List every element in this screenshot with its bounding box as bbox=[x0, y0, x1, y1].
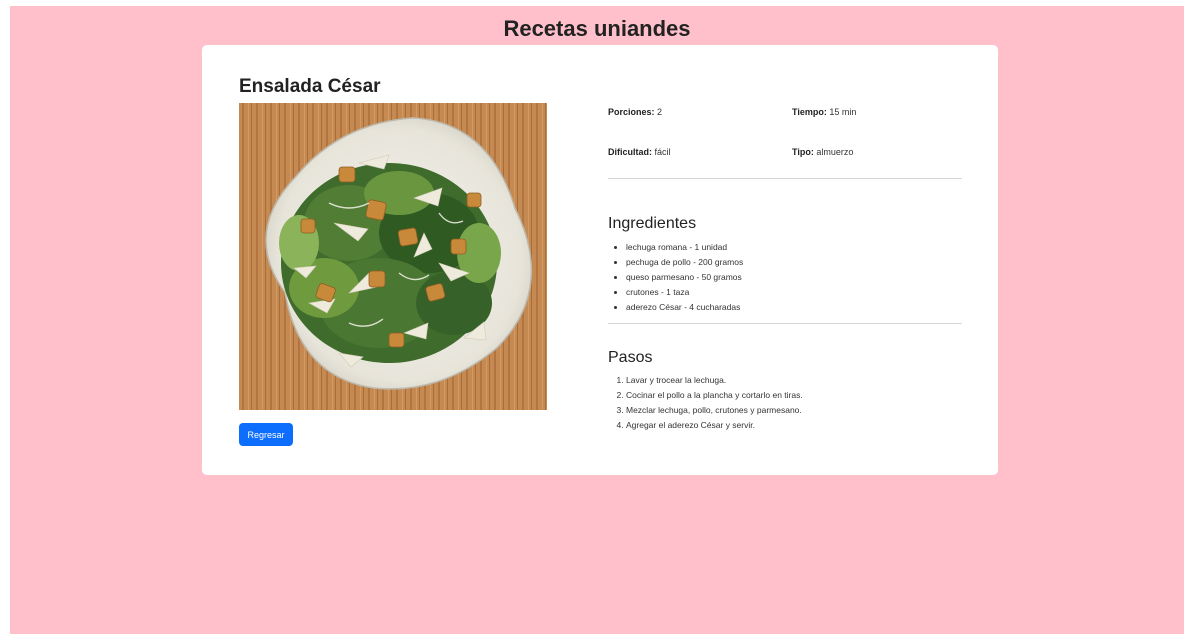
page-title: Recetas uniandes bbox=[503, 16, 691, 41]
porciones-value: 2 bbox=[657, 107, 663, 117]
ingredient-item: lechuga romana - 1 unidad bbox=[626, 240, 743, 255]
tiempo-fact: Tiempo: 15 min bbox=[792, 107, 856, 117]
recipe-card: Ensalada César Regresar Porciones: 2 Tie… bbox=[202, 45, 998, 475]
tipo-fact: Tipo: almuerzo bbox=[792, 147, 853, 157]
step-item: Mezclar lechuga, pollo, crutones y parme… bbox=[626, 403, 803, 418]
ingredient-item: crutones - 1 taza bbox=[626, 285, 743, 300]
porciones-label: Porciones: bbox=[608, 107, 655, 117]
ingredients-title: Ingredientes bbox=[608, 215, 697, 232]
step-item: Agregar el aderezo César y servir. bbox=[626, 418, 803, 433]
steps-list: Lavar y trocear la lechuga. Cocinar el p… bbox=[608, 373, 803, 433]
tipo-value: almuerzo bbox=[816, 147, 854, 157]
steps-title: Pasos bbox=[608, 349, 653, 366]
tiempo-value: 15 min bbox=[829, 107, 857, 117]
dificultad-label: Dificultad: bbox=[608, 147, 652, 157]
tiempo-label: Tiempo: bbox=[792, 107, 827, 117]
dificultad-fact: Dificultad: fácil bbox=[608, 147, 671, 157]
ingredients-list: lechuga romana - 1 unidad pechuga de pol… bbox=[608, 240, 743, 315]
step-item: Cocinar el pollo a la plancha y cortarlo… bbox=[626, 388, 803, 403]
step-item: Lavar y trocear la lechuga. bbox=[626, 373, 803, 388]
ingredient-item: pechuga de pollo - 200 gramos bbox=[626, 255, 743, 270]
divider bbox=[608, 178, 962, 179]
back-button[interactable]: Regresar bbox=[239, 423, 293, 446]
ingredient-item: queso parmesano - 50 gramos bbox=[626, 270, 743, 285]
ingredient-item: aderezo César - 4 cucharadas bbox=[626, 300, 743, 315]
recipe-image bbox=[239, 103, 547, 410]
dificultad-value: fácil bbox=[654, 147, 671, 157]
tipo-label: Tipo: bbox=[792, 147, 814, 157]
recipe-name: Ensalada César bbox=[239, 76, 381, 97]
porciones-fact: Porciones: 2 bbox=[608, 107, 662, 117]
page-background: Recetas uniandes Ensalada César Regresar… bbox=[10, 6, 1184, 634]
divider bbox=[608, 323, 962, 324]
